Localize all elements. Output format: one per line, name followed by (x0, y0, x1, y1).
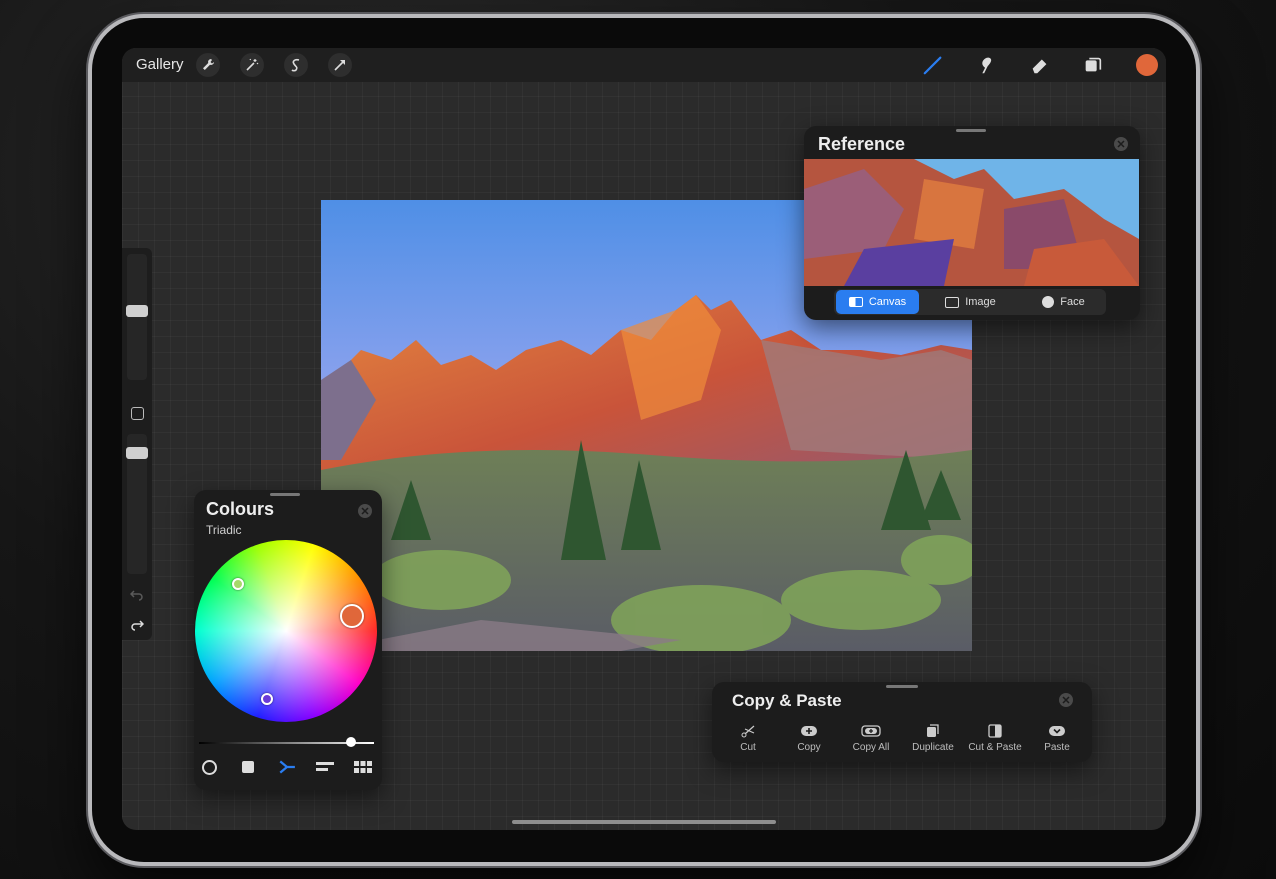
cut-paste-button[interactable]: Cut & Paste (964, 722, 1026, 758)
layers-icon[interactable] (1080, 53, 1106, 77)
palettes-icon[interactable] (352, 757, 374, 777)
procreate-screen: Gallery Reference Canvas Image Face Colo… (122, 48, 1166, 830)
gallery-button[interactable]: Gallery (136, 56, 184, 73)
canvas-icon (848, 297, 863, 307)
tab-image[interactable]: Image (929, 290, 1012, 314)
undo-icon[interactable] (129, 588, 144, 602)
harmony-point-primary[interactable] (340, 604, 364, 628)
duplicate-label: Duplicate (912, 742, 954, 753)
copy-all-button[interactable]: Copy All (840, 722, 902, 758)
wrench-icon[interactable] (196, 53, 220, 77)
modify-button[interactable] (131, 407, 144, 420)
opacity-thumb[interactable] (126, 447, 148, 459)
harmony-point-purple[interactable] (261, 693, 273, 705)
value-icon[interactable] (314, 757, 336, 777)
brush-size-slider[interactable] (127, 254, 147, 380)
magic-wand-icon[interactable] (240, 53, 264, 77)
close-icon[interactable] (1114, 137, 1128, 151)
cut-paste-label: Cut & Paste (968, 742, 1022, 753)
selection-icon[interactable] (284, 53, 308, 77)
harmony-mode-label[interactable]: Triadic (206, 523, 242, 537)
copy-icon (778, 722, 840, 740)
reference-grab-handle[interactable] (956, 129, 986, 132)
tab-face-label: Face (1060, 296, 1085, 308)
close-icon[interactable] (1059, 693, 1073, 707)
paste-icon (1026, 722, 1088, 740)
harmony-icon[interactable] (276, 757, 298, 777)
classic-icon[interactable] (237, 757, 259, 777)
smudge-icon[interactable] (973, 53, 999, 77)
redo-icon[interactable] (130, 618, 145, 632)
colours-title: Colours (206, 499, 275, 519)
home-indicator[interactable] (512, 820, 776, 824)
colours-panel: Colours Triadic (194, 490, 382, 790)
copy-paste-title: Copy & Paste (732, 691, 842, 710)
tab-canvas[interactable]: Canvas (836, 290, 919, 314)
brush-size-thumb[interactable] (126, 305, 148, 317)
current-color-swatch[interactable] (1136, 54, 1158, 76)
tab-canvas-label: Canvas (868, 296, 907, 308)
copy-paste-grab-handle[interactable] (886, 685, 918, 688)
left-sidebar (122, 248, 152, 640)
tab-image-label: Image (965, 296, 996, 308)
tab-face[interactable]: Face (1022, 290, 1105, 314)
close-icon[interactable] (358, 504, 372, 518)
reference-tab-bar: Canvas Image Face (834, 289, 1106, 315)
saturation-thumb[interactable] (346, 737, 356, 747)
colour-wheel[interactable] (195, 540, 377, 722)
eraser-icon[interactable] (1027, 53, 1053, 77)
duplicate-button[interactable]: Duplicate (902, 722, 964, 758)
reference-title: Reference (818, 134, 906, 154)
copy-label: Copy (797, 742, 821, 753)
cut-button[interactable]: Cut (717, 722, 779, 758)
copy-all-icon (840, 722, 902, 740)
copy-paste-panel: Copy & Paste Cut Copy Copy All Duplicate… (712, 682, 1092, 762)
reference-panel: Reference Canvas Image Face (804, 126, 1140, 320)
harmony-point-green[interactable] (232, 578, 244, 590)
top-toolbar: Gallery (122, 48, 1166, 82)
disc-icon[interactable] (198, 757, 220, 777)
face-icon (1042, 296, 1055, 308)
cut-label: Cut (740, 742, 756, 753)
copy-all-label: Copy All (852, 742, 890, 753)
image-icon (945, 296, 960, 308)
brush-icon[interactable] (920, 53, 946, 77)
cut-paste-icon (964, 722, 1026, 740)
duplicate-icon (902, 722, 964, 740)
copy-button[interactable]: Copy (778, 722, 840, 758)
colours-grab-handle[interactable] (270, 493, 300, 496)
transform-arrow-icon[interactable] (328, 53, 352, 77)
paste-label: Paste (1044, 742, 1070, 753)
scissors-icon (717, 722, 779, 740)
reference-preview (804, 159, 1139, 286)
paste-button[interactable]: Paste (1026, 722, 1088, 758)
